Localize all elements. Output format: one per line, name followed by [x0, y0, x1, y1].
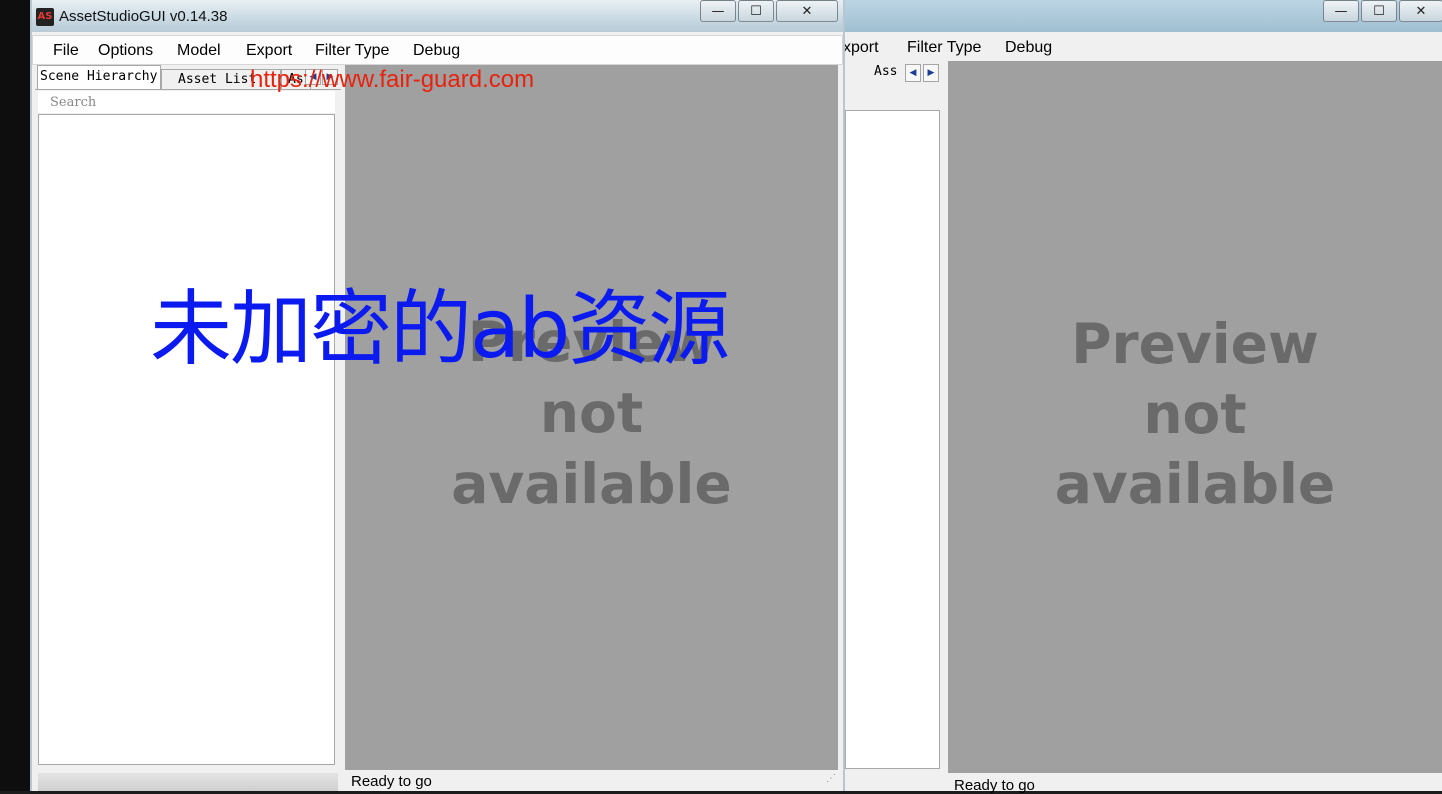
menubar: File Options Model Export Filter Type De…: [32, 35, 843, 65]
back-menubar: xport Filter Type Debug: [843, 33, 1442, 61]
menu-model[interactable]: Model: [177, 42, 221, 60]
scene-tree-view[interactable]: [38, 114, 335, 765]
back-menu-filter-type[interactable]: Filter Type: [907, 39, 981, 57]
back-status-text: Ready to go: [954, 777, 1035, 794]
back-left-pane: Ass ◀ ▶: [843, 61, 944, 773]
back-preview-line-3: available: [1054, 452, 1336, 516]
search-input[interactable]: [38, 91, 335, 113]
back-minimize-button[interactable]: —: [1323, 0, 1359, 22]
status-text: Ready to go: [351, 773, 432, 790]
menu-export[interactable]: Export: [246, 42, 292, 60]
tab-scroll-left-icon[interactable]: ◀: [905, 64, 921, 82]
left-pane: Scene Hierarchy Asset List As ◀ ▶: [35, 65, 341, 791]
preview-panel: Preview not available: [345, 65, 838, 770]
back-maximize-button[interactable]: ☐: [1361, 0, 1397, 22]
back-menu-export[interactable]: xport: [843, 39, 879, 57]
window-title: AssetStudioGUI v0.14.38: [59, 8, 228, 25]
menu-options[interactable]: Options: [98, 42, 153, 60]
back-status-bar: Ready to go: [948, 773, 1442, 794]
back-close-button[interactable]: ✕: [1399, 0, 1442, 22]
close-button[interactable]: ✕: [776, 0, 838, 22]
back-preview-line-1: Preview: [1071, 312, 1319, 376]
menu-debug[interactable]: Debug: [413, 42, 460, 60]
resize-grip-icon[interactable]: ⋰: [826, 767, 836, 791]
preview-line-3: available: [451, 452, 732, 516]
maximize-button[interactable]: ☐: [738, 0, 774, 22]
back-titlebar: — ☐ ✕: [843, 0, 1442, 32]
status-bar: Ready to go ⋰: [345, 770, 838, 791]
menu-filter-type[interactable]: Filter Type: [315, 42, 389, 60]
tab-scroll-right-icon[interactable]: ▶: [923, 64, 939, 82]
left-bottom-bar: [38, 773, 338, 791]
back-tab-strip: Ass ◀ ▶: [843, 61, 944, 85]
back-preview-line-2: not: [1143, 382, 1247, 446]
back-tree-area[interactable]: [845, 110, 940, 769]
preview-line-2: not: [539, 381, 644, 445]
app-icon: AS: [36, 8, 54, 26]
minimize-button[interactable]: —: [700, 0, 736, 22]
menu-file[interactable]: File: [53, 42, 79, 60]
back-preview-panel: Preview not available: [948, 61, 1442, 773]
tab-scene-hierarchy[interactable]: Scene Hierarchy: [37, 65, 161, 89]
background-window: — ☐ ✕ xport Filter Type Debug Ass ◀ ▶ Pr…: [843, 0, 1442, 794]
watermark-url: https://www.fair-guard.com: [250, 66, 535, 93]
titlebar: AS AssetStudioGUI v0.14.38 — ☐ ✕: [32, 0, 843, 32]
asset-studio-window: AS AssetStudioGUI v0.14.38 — ☐ ✕ File Op…: [30, 0, 845, 791]
back-tab-asset[interactable]: Ass: [874, 64, 897, 79]
back-menu-debug[interactable]: Debug: [1005, 39, 1052, 57]
overlay-caption: 未加密的ab资源: [150, 282, 730, 377]
